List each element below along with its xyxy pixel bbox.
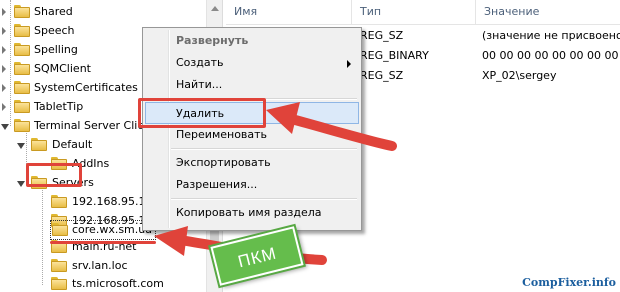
highlight-box-servers <box>26 163 82 187</box>
folder-icon <box>14 119 30 132</box>
row-value[interactable]: XP_02\sergey <box>482 66 620 86</box>
tree-item-label: TabletTip <box>34 100 84 113</box>
expand-arrow-icon[interactable] <box>2 27 6 35</box>
tree-item-label: Default <box>52 138 93 151</box>
tree-item-label: ts.microsoft.com <box>72 277 164 290</box>
scroll-up-icon[interactable] <box>211 6 219 11</box>
row-type[interactable]: REG_SZ <box>360 26 476 46</box>
folder-icon <box>31 138 47 151</box>
menu-item-label: Развернуть <box>176 34 249 47</box>
expand-arrow-icon[interactable] <box>2 65 6 73</box>
folder-icon <box>51 259 67 272</box>
folder-icon <box>14 100 30 113</box>
menu-item-create[interactable]: Создать <box>145 52 359 74</box>
menu-item-permissions[interactable]: Разрешения... <box>145 174 359 196</box>
row-type[interactable]: REG_SZ <box>360 66 476 86</box>
folder-icon <box>14 62 30 75</box>
tree-item-label: Speech <box>34 24 75 37</box>
collapse-arrow-icon[interactable] <box>1 124 9 130</box>
folder-icon <box>14 81 30 94</box>
menu-item-expand[interactable]: Развернуть <box>145 30 359 52</box>
tree-item-label: SystemCertificates <box>34 81 138 94</box>
column-header-type[interactable]: Тип <box>352 0 476 24</box>
collapse-arrow-icon[interactable] <box>17 181 25 187</box>
tree-item-label: main.ru-net <box>72 240 137 253</box>
collapse-arrow-icon[interactable] <box>17 143 25 149</box>
menu-item-label: Найти... <box>176 78 223 91</box>
row-value[interactable]: (значение не присвоено) <box>482 26 620 46</box>
tree-item-label: Shared <box>34 5 73 18</box>
folder-icon <box>51 277 67 290</box>
tree-item-label: 192.168.95.11 <box>72 195 153 208</box>
tree-item-shared[interactable]: Shared <box>0 2 206 22</box>
menu-item-find[interactable]: Найти... <box>145 74 359 96</box>
column-header-name[interactable]: Имя <box>226 0 352 24</box>
row-type[interactable]: REG_BINARY <box>360 46 476 66</box>
menu-item-copy-key-name[interactable]: Копировать имя раздела <box>145 202 359 224</box>
folder-icon <box>14 24 30 37</box>
folder-icon <box>14 43 30 56</box>
tree-item-label: srv.lan.loc <box>72 259 128 272</box>
column-header-value[interactable]: Значение <box>476 0 620 24</box>
expand-arrow-icon[interactable] <box>2 84 6 92</box>
menu-separator <box>171 198 357 200</box>
expand-arrow-icon[interactable] <box>2 46 6 54</box>
submenu-arrow-icon <box>347 60 351 68</box>
expand-arrow-icon[interactable] <box>2 103 6 111</box>
tree-item-server[interactable]: ts.microsoft.com <box>0 274 206 292</box>
pointer-arrow-icon <box>266 102 397 151</box>
folder-icon <box>51 195 67 208</box>
menu-item-label: Разрешения... <box>176 178 258 191</box>
menu-item-label: Создать <box>176 56 224 69</box>
menu-item-label: Копировать имя раздела <box>176 206 322 219</box>
row-value[interactable]: 00 00 00 00 00 00 00 00 00 00 <box>482 46 620 66</box>
folder-icon <box>14 5 30 18</box>
highlight-underline-core <box>50 241 156 244</box>
menu-item-label: Экспортировать <box>176 156 271 169</box>
highlight-box-delete <box>138 98 266 128</box>
header-divider <box>226 24 620 25</box>
tree-item-label: SQMClient <box>34 62 91 75</box>
watermark: CompFixer.info <box>522 276 616 289</box>
tree-item-label: Spelling <box>34 43 78 56</box>
folder-icon <box>52 223 68 236</box>
expand-arrow-icon[interactable] <box>2 8 6 16</box>
